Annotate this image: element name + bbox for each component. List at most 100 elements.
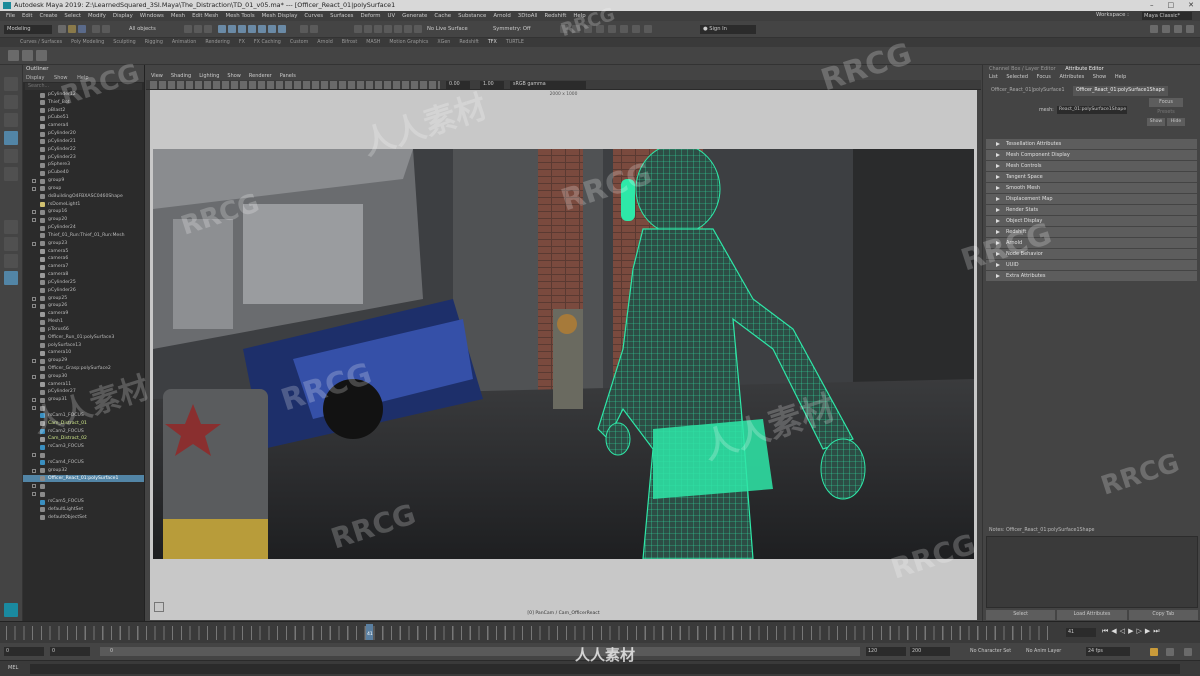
tool-icon[interactable] <box>644 25 652 33</box>
outliner-row-selected[interactable]: Officer_React_01:polySurface1 <box>23 474 144 483</box>
outliner-row[interactable]: rsCam5_FOCUS <box>23 498 144 506</box>
close-icon[interactable]: ✕ <box>1188 0 1194 11</box>
outliner-menu-item[interactable]: Display <box>26 75 44 81</box>
menu-item[interactable]: Create <box>39 13 57 19</box>
attr-menu-item[interactable]: Focus <box>1037 74 1051 80</box>
attr-section[interactable]: Render Stats <box>986 205 1197 215</box>
undo-icon[interactable] <box>92 25 100 33</box>
snap-live-icon[interactable] <box>268 25 276 33</box>
save-scene-icon[interactable] <box>78 25 86 33</box>
menu-item[interactable]: Deform <box>360 13 380 19</box>
menu-item[interactable]: Mesh <box>171 13 185 19</box>
attr-section[interactable]: Extra Attributes <box>986 271 1197 281</box>
hide-button[interactable]: Hide <box>1167 118 1185 126</box>
outliner-row[interactable]: pBlast2 <box>23 107 144 115</box>
expand-toggle-icon[interactable] <box>32 218 36 223</box>
outliner-row[interactable]: camera5 <box>23 248 144 256</box>
attr-menu-item[interactable]: Help <box>1115 74 1126 80</box>
character-set-dropdown[interactable]: No Character Set <box>970 647 1026 656</box>
current-frame-field[interactable]: 41 <box>1066 628 1096 637</box>
shelf-tab[interactable]: Arnold <box>317 40 333 45</box>
anim-layer-dropdown[interactable]: No Anim Layer <box>1026 647 1082 656</box>
outliner-row[interactable]: camera7 <box>23 263 144 271</box>
two-view-layout-icon[interactable] <box>4 254 18 268</box>
lasso-tool-icon[interactable] <box>4 95 18 109</box>
menu-item[interactable]: File <box>6 13 15 19</box>
outliner-row[interactable]: pCylinder27 <box>23 388 144 396</box>
outliner-row[interactable]: rsCam2_FOCUS <box>23 428 144 436</box>
outliner-row[interactable]: Thief_Bot <box>23 99 144 107</box>
outliner-row[interactable]: rsCam3_FOCUS <box>23 443 144 451</box>
menu-item[interactable]: Generate <box>402 13 427 19</box>
outliner-row[interactable] <box>23 482 144 490</box>
menu-item[interactable]: UV <box>388 13 396 19</box>
move-tool-icon[interactable] <box>4 131 18 145</box>
redo-icon[interactable] <box>102 25 110 33</box>
tool-icon[interactable] <box>620 25 628 33</box>
expand-toggle-icon[interactable] <box>32 179 36 184</box>
attr-section[interactable]: Displacement Map <box>986 194 1197 204</box>
expand-toggle-icon[interactable] <box>32 186 36 191</box>
snap-surface-icon[interactable] <box>258 25 266 33</box>
menu-item[interactable]: Windows <box>140 13 164 19</box>
menu-item[interactable]: Mesh Tools <box>225 13 254 19</box>
attr-section[interactable]: Smooth Mesh <box>986 183 1197 193</box>
shelf-tab[interactable]: Rendering <box>205 40 230 45</box>
outliner-row[interactable] <box>23 490 144 498</box>
expand-toggle-icon[interactable] <box>32 304 36 309</box>
tab-attribute-editor[interactable]: Attribute Editor <box>1065 66 1103 72</box>
shelf-tab[interactable]: XGen <box>437 40 450 45</box>
color-space-dropdown[interactable]: sRGB gamma <box>510 81 586 89</box>
expand-toggle-icon[interactable] <box>32 406 36 411</box>
select-hierarchy-icon[interactable] <box>184 25 192 33</box>
four-view-layout-icon[interactable] <box>4 237 18 251</box>
shelf-tab[interactable]: Redshift <box>459 40 478 45</box>
panel-layout-icon[interactable] <box>1186 25 1194 33</box>
tool-icon[interactable] <box>560 25 568 33</box>
outliner-row[interactable]: pCylinder25 <box>23 279 144 287</box>
shelf-tab-active[interactable]: TFX <box>488 40 497 45</box>
outliner-row[interactable]: Officer_Grasp:polySurface2 <box>23 365 144 373</box>
fps-dropdown[interactable]: 24 fps <box>1086 647 1130 656</box>
expand-toggle-icon[interactable] <box>32 374 36 379</box>
attr-menu-item[interactable]: Selected <box>1006 74 1028 80</box>
copy-tab-button[interactable]: Copy Tab <box>1128 610 1198 620</box>
panel-layout-icon[interactable] <box>1162 25 1170 33</box>
outliner-row[interactable]: rsCam4_FOCUS <box>23 459 144 467</box>
attr-menu-item[interactable]: List <box>989 74 998 80</box>
new-scene-icon[interactable] <box>58 25 66 33</box>
playback-start-field[interactable]: 0 <box>50 647 90 656</box>
menu-item[interactable]: 3DtoAll <box>518 13 538 19</box>
tool-icon[interactable] <box>608 25 616 33</box>
outliner-row[interactable]: defaultLightSet <box>23 506 144 514</box>
playback-end-field[interactable]: 120 <box>866 647 906 656</box>
attr-section[interactable]: Redshift <box>986 227 1197 237</box>
shelf-tab[interactable]: Sculpting <box>113 40 135 45</box>
outliner-row[interactable]: pCylinder12 <box>23 91 144 99</box>
outliner-row[interactable]: group20 <box>23 216 144 224</box>
menu-item[interactable]: Substance <box>458 13 486 19</box>
select-tool-icon[interactable] <box>4 77 18 91</box>
outliner-row[interactable]: Cam_Distract_01 <box>23 420 144 428</box>
menu-item[interactable]: Arnold <box>493 13 510 19</box>
symmetry-dropdown[interactable]: Symmetry: Off <box>490 25 544 34</box>
outliner-row[interactable]: camera9 <box>23 310 144 318</box>
tab-channel-box[interactable]: Channel Box / Layer Editor <box>989 66 1056 72</box>
outliner-row[interactable]: Officer_Run_01:polySurface3 <box>23 334 144 342</box>
shelf-tab[interactable]: Bifrost <box>342 40 358 45</box>
anim-prefs-icon[interactable] <box>1166 648 1174 656</box>
outliner-row[interactable]: group29 <box>23 357 144 365</box>
shelf-item-icon[interactable] <box>8 50 19 61</box>
outliner-row[interactable]: camera8 <box>23 271 144 279</box>
viewport-canvas[interactable]: 2000 x 1000 [0] PanCam / Cam_OfficerReac… <box>150 90 977 620</box>
outliner-row[interactable]: Mesh1 <box>23 318 144 326</box>
shelf-item-icon[interactable] <box>36 50 47 61</box>
outliner-row[interactable]: rsDomeLight1 <box>23 201 144 209</box>
attr-menu-item[interactable]: Show <box>1093 74 1107 80</box>
mode-dropdown[interactable]: Modeling <box>4 25 52 34</box>
shelf-tab[interactable]: FX <box>239 40 245 45</box>
snap-vertex-icon[interactable] <box>278 25 286 33</box>
attr-section[interactable]: Object Display <box>986 216 1197 226</box>
attr-section[interactable]: Tangent Space <box>986 172 1197 182</box>
sign-in-dropdown[interactable]: ● Sign In <box>700 25 756 34</box>
